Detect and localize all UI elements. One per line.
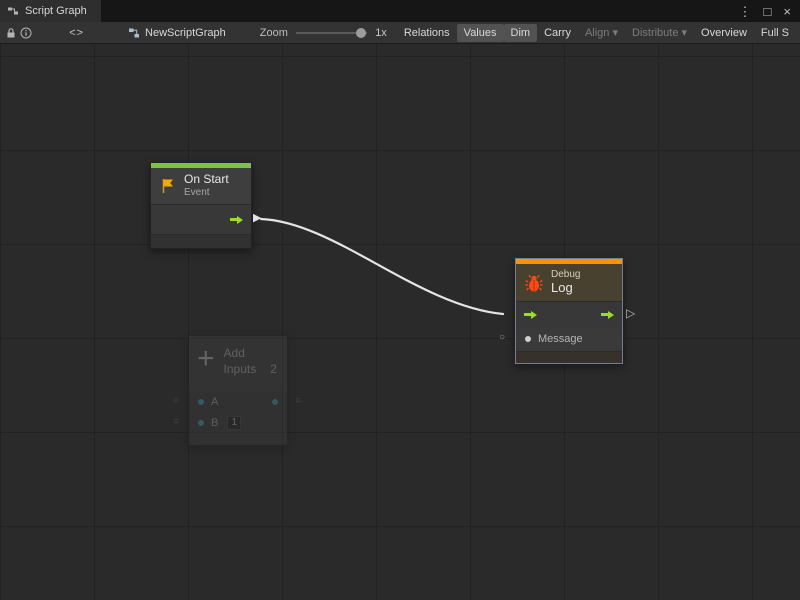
debug-header: Debug Log <box>516 264 622 301</box>
on-start-port-row <box>151 204 251 234</box>
message-port-circle[interactable]: ○ <box>499 333 505 343</box>
input-b-value-field[interactable]: 1 <box>227 416 241 430</box>
window-controls: ⋮ □ × <box>739 5 800 18</box>
output-a-outer-circle[interactable]: ○ <box>295 396 301 406</box>
fullscreen-button[interactable]: Full S <box>754 24 796 42</box>
wire-start-triangle[interactable]: ▶ <box>253 213 261 224</box>
add-inputs-line2: Inputs <box>224 362 257 376</box>
on-start-footer <box>151 234 251 248</box>
zoom-label: Zoom <box>260 27 288 39</box>
flag-icon <box>159 177 177 195</box>
breadcrumb-graph[interactable]: NewScriptGraph <box>128 27 226 39</box>
input-b-label: B <box>211 417 218 429</box>
zoom-slider[interactable] <box>296 32 367 34</box>
input-a-outer-circle[interactable]: ○ <box>173 396 179 406</box>
lock-icon[interactable] <box>4 24 19 42</box>
add-inputs-header: + Add Inputs 2 <box>189 336 287 391</box>
graph-name-label: NewScriptGraph <box>145 27 226 39</box>
graph-asset-icon <box>128 27 140 39</box>
close-icon[interactable]: × <box>783 5 791 18</box>
add-icon: + <box>197 346 215 372</box>
values-button[interactable]: Values <box>457 24 504 42</box>
output-a-port[interactable] <box>272 399 278 405</box>
graph-canvas[interactable]: On Start Event ▶ <box>0 44 800 600</box>
zoom-slider-handle[interactable] <box>356 28 366 38</box>
bug-icon <box>524 273 544 293</box>
align-button[interactable]: Align ▾ <box>578 23 625 42</box>
connection-wire[interactable] <box>0 44 800 600</box>
flow-input-port[interactable] <box>524 311 537 319</box>
overview-button[interactable]: Overview <box>694 24 754 42</box>
carry-button[interactable]: Carry <box>537 24 578 42</box>
on-start-node[interactable]: On Start Event <box>150 162 252 249</box>
relations-button[interactable]: Relations <box>397 24 457 42</box>
input-a-row: A <box>189 391 287 412</box>
debug-footer <box>516 351 622 363</box>
maximize-icon[interactable]: □ <box>764 5 772 18</box>
zoom-value: 1x <box>375 27 387 39</box>
message-label: Message <box>538 333 583 345</box>
debug-output-triangle[interactable]: ▷ <box>626 307 635 319</box>
input-b-port[interactable] <box>198 420 204 426</box>
menu-icon[interactable]: ⋮ <box>739 5 752 18</box>
flow-output-port[interactable] <box>601 311 614 319</box>
debug-title: Log <box>551 281 580 296</box>
tab-title: Script Graph <box>25 5 87 17</box>
window-titlebar: Script Graph ⋮ □ × <box>0 0 800 22</box>
add-inputs-footer <box>189 433 287 445</box>
input-b-row: B 1 <box>189 412 287 433</box>
debug-flow-row <box>516 301 622 327</box>
input-b-outer-circle[interactable]: ○ <box>173 417 179 427</box>
add-inputs-node[interactable]: + Add Inputs 2 A B 1 ○ ○ ○ <box>188 335 288 446</box>
info-icon[interactable] <box>19 24 34 42</box>
debug-log-node[interactable]: Debug Log Message <box>515 258 623 364</box>
debug-message-row: Message <box>516 327 622 351</box>
code-icon[interactable]: <> <box>69 27 84 39</box>
input-a-port[interactable] <box>198 399 204 405</box>
script-graph-icon <box>7 5 19 17</box>
add-inputs-count: 2 <box>270 362 277 376</box>
tab-script-graph[interactable]: Script Graph <box>0 0 101 22</box>
distribute-button[interactable]: Distribute ▾ <box>625 23 694 42</box>
on-start-subtitle: Event <box>184 187 229 199</box>
add-inputs-line1: Add <box>224 346 279 360</box>
dim-button[interactable]: Dim <box>504 24 538 42</box>
flow-output-port[interactable] <box>230 216 243 224</box>
graph-toolbar: <> NewScriptGraph Zoom 1x Relations Valu… <box>0 22 800 44</box>
input-a-label: A <box>211 396 218 408</box>
message-input-port[interactable] <box>525 336 531 342</box>
on-start-header: On Start Event <box>151 168 251 204</box>
on-start-title: On Start <box>184 173 229 187</box>
